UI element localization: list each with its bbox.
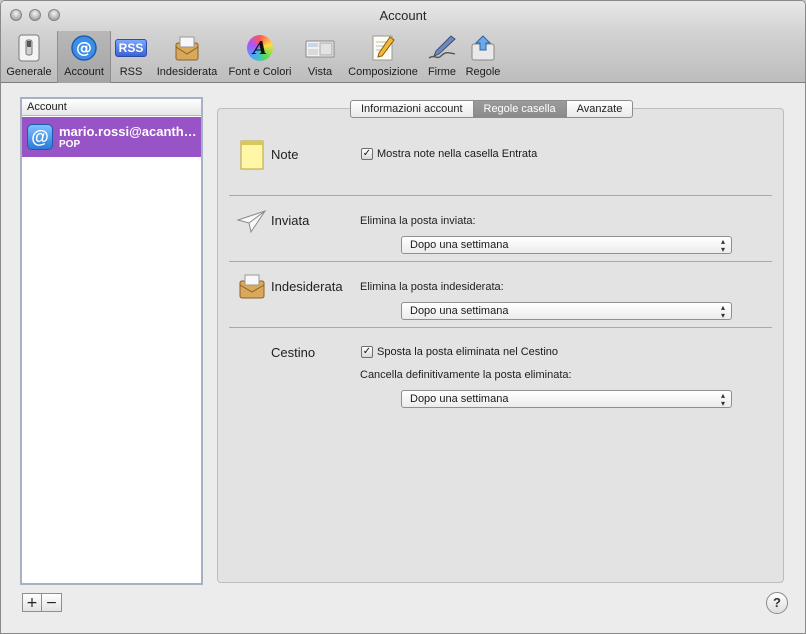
section-divider — [229, 327, 772, 328]
account-list[interactable]: Account @ mario.rossi@acanth… POP — [20, 97, 203, 585]
preferences-toolbar: Generale @ Account RSS RSS Indesiderata … — [1, 31, 505, 83]
show-notes-checkbox[interactable]: ✓ Mostra note nella casella Entrata — [361, 148, 537, 160]
move-to-trash-checkbox[interactable]: ✓ Sposta la posta eliminata nel Cestino — [361, 346, 558, 358]
toolbar-regole[interactable]: Regole — [461, 31, 505, 83]
paper-plane-icon — [236, 208, 267, 236]
select-value: Dopo una settimana — [410, 239, 509, 251]
switch-icon — [13, 34, 45, 62]
toolbar-font-colori[interactable]: A Font e Colori — [223, 31, 297, 83]
junk-mail-icon — [171, 34, 203, 62]
section-title-inviata: Inviata — [271, 213, 310, 228]
tab-bar: Informazioni account Regole casella Avan… — [350, 100, 634, 118]
toolbar-label: RSS — [119, 66, 143, 78]
checkbox-box[interactable]: ✓ — [361, 346, 373, 358]
preferences-window: Account Generale @ Account RSS RSS Indes… — [0, 0, 806, 634]
account-row[interactable]: @ mario.rossi@acanth… POP — [22, 117, 201, 157]
tab-regole-casella[interactable]: Regole casella — [473, 101, 567, 117]
toolbar-indesiderata[interactable]: Indesiderata — [151, 31, 223, 83]
rules-icon — [467, 34, 499, 62]
junk-delete-label: Elimina la posta indesiderata: — [360, 281, 504, 293]
tab-avanzate[interactable]: Avanzate — [567, 101, 633, 117]
view-icon — [304, 34, 336, 62]
add-account-button[interactable]: + — [22, 593, 42, 612]
toolbar-account[interactable]: @ Account — [57, 31, 111, 83]
toolbar-label: Font e Colori — [228, 66, 292, 78]
font-icon: A — [244, 34, 276, 62]
section-title-indesiderata: Indesiderata — [271, 279, 343, 294]
toolbar-firme[interactable]: Firme — [423, 31, 461, 83]
compose-icon — [367, 34, 399, 62]
select-arrows-icon: ▴ ▾ — [720, 303, 725, 320]
select-value: Dopo una settimana — [410, 305, 509, 317]
select-value: Dopo una settimana — [410, 393, 509, 405]
account-type: POP — [59, 138, 81, 150]
rss-icon: RSS — [115, 34, 147, 62]
sent-delete-label: Elimina la posta inviata: — [360, 215, 476, 227]
toolbar-label: Generale — [6, 66, 52, 78]
account-at-icon: @ — [27, 124, 53, 150]
section-divider — [229, 195, 772, 196]
remove-account-button[interactable]: − — [42, 593, 62, 612]
tab-informazioni-account[interactable]: Informazioni account — [351, 101, 474, 117]
toolbar-vista[interactable]: Vista — [297, 31, 343, 83]
section-title-cestino: Cestino — [271, 345, 316, 360]
window-title: Account — [379, 8, 427, 23]
sent-delete-select[interactable]: Dopo una settimana ▴ ▾ — [401, 236, 732, 254]
toolbar-rss[interactable]: RSS RSS — [111, 31, 151, 83]
toolbar-label: Vista — [307, 66, 333, 78]
account-list-header: Account — [22, 99, 201, 116]
account-add-remove: + − — [22, 593, 62, 612]
toolbar-label: Composizione — [348, 66, 418, 78]
title-toolbar-area: Account Generale @ Account RSS RSS Indes… — [1, 1, 805, 83]
trash-delete-select[interactable]: Dopo una settimana ▴ ▾ — [401, 390, 732, 408]
svg-text:@: @ — [76, 38, 92, 57]
select-arrows-icon: ▴ ▾ — [720, 391, 725, 408]
checkbox-label: Mostra note nella casella Entrata — [377, 148, 538, 160]
checkbox-box[interactable]: ✓ — [361, 148, 373, 160]
trash-delete-label: Cancella definitivamente la posta elimin… — [360, 369, 572, 381]
select-arrows-icon: ▴ ▾ — [720, 237, 725, 254]
notes-icon — [240, 140, 268, 170]
account-name: mario.rossi@acanth… — [59, 123, 197, 139]
toolbar-generale[interactable]: Generale — [1, 31, 57, 83]
junk-delete-select[interactable]: Dopo una settimana ▴ ▾ — [401, 302, 732, 320]
at-icon: @ — [68, 34, 100, 62]
section-divider — [229, 261, 772, 262]
toolbar-composizione[interactable]: Composizione — [343, 31, 423, 83]
toolbar-label: Account — [64, 66, 104, 78]
help-button[interactable]: ? — [766, 592, 788, 614]
signature-icon — [426, 34, 458, 62]
toolbar-label: Firme — [427, 66, 457, 78]
junk-mail-icon — [238, 272, 266, 300]
section-title-note: Note — [271, 147, 299, 162]
toolbar-label: Indesiderata — [156, 66, 218, 78]
checkbox-label: Sposta la posta eliminata nel Cestino — [377, 346, 558, 358]
toolbar-label: Regole — [465, 66, 501, 78]
